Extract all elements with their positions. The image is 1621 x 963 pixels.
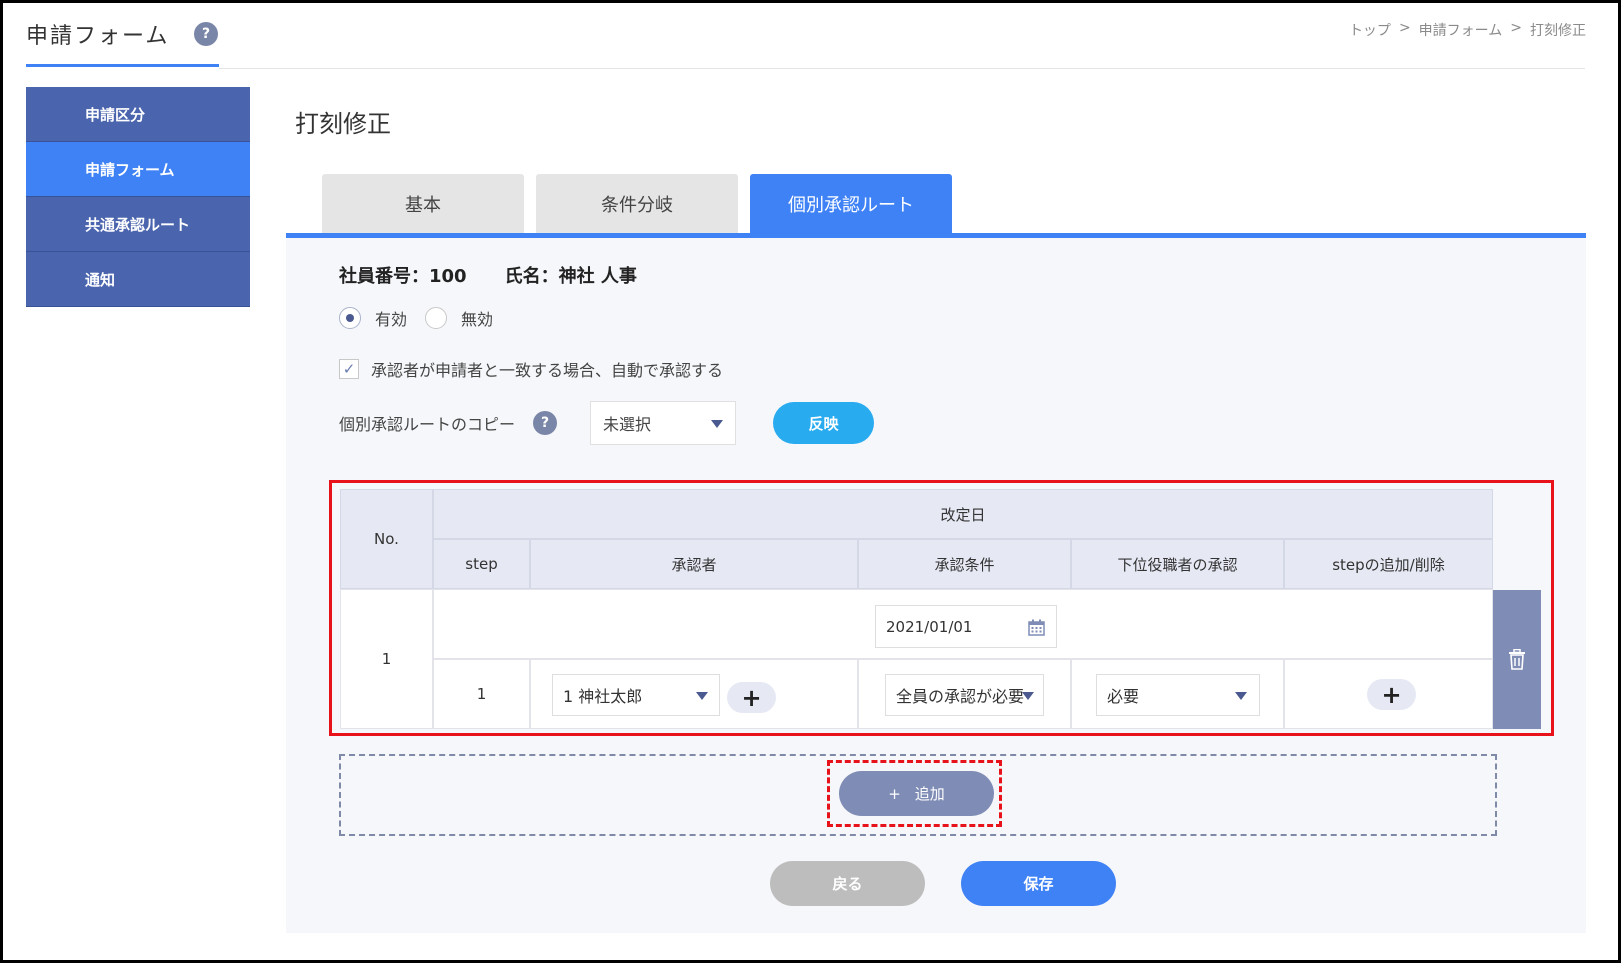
tab-condition-branch[interactable]: 条件分岐 [536, 174, 738, 233]
help-icon[interactable]: ? [194, 22, 218, 46]
reflect-button[interactable]: 反映 [773, 402, 874, 444]
breadcrumb-separator: > [1510, 20, 1522, 36]
sidebar-item-category[interactable]: 申請区分 [26, 87, 250, 142]
breadcrumb-separator: > [1398, 20, 1411, 36]
sidebar-item-notification[interactable]: 通知 [26, 252, 250, 307]
copy-row: 個別承認ルートのコピー ? [339, 401, 558, 445]
employee-info: 社員番号：100 氏名：神社 人事 [339, 262, 637, 288]
copy-select[interactable]: 未選択 [590, 401, 736, 445]
sidebar-item-common-route[interactable]: 共通承認ルート [26, 197, 250, 252]
tab-individual-route[interactable]: 個別承認ルート [750, 174, 952, 233]
radio-disabled-label: 無効 [461, 310, 494, 329]
sidebar: 申請区分 申請フォーム 共通承認ルート 通知 [26, 87, 250, 307]
tabs-underline [286, 233, 1586, 238]
back-button[interactable]: 戻る [770, 861, 925, 906]
auto-approve-row: ✓ 承認者が申請者と一致する場合、自動で承認する [339, 357, 723, 381]
breadcrumb-form[interactable]: 申請フォーム [1419, 20, 1503, 40]
status-radio-group: 有効 無効 [339, 306, 511, 330]
employee-number: 社員番号：100 [339, 266, 467, 287]
add-button-highlight [827, 760, 1002, 827]
tab-basic[interactable]: 基本 [322, 174, 524, 233]
copy-label: 個別承認ルートのコピー [339, 415, 516, 434]
auto-approve-label: 承認者が申請者と一致する場合、自動で承認する [371, 361, 724, 380]
employee-name: 氏名：神社 人事 [504, 266, 637, 287]
title-underline [26, 64, 219, 67]
radio-disabled[interactable] [425, 307, 448, 329]
breadcrumb-current: 打刻修正 [1530, 23, 1586, 39]
header-divider [219, 68, 1585, 69]
breadcrumb-top[interactable]: トップ [1349, 20, 1391, 40]
save-button[interactable]: 保存 [961, 861, 1116, 906]
chevron-down-icon [711, 420, 723, 428]
app-title: 申請フォーム [26, 24, 170, 49]
copy-select-value: 未選択 [603, 415, 652, 434]
help-icon[interactable]: ? [533, 411, 558, 435]
table-highlight [329, 480, 1554, 736]
page-title: 打刻修正 [295, 110, 391, 138]
radio-enabled[interactable] [339, 307, 361, 329]
sidebar-item-form[interactable]: 申請フォーム [26, 142, 250, 197]
breadcrumb: トップ > 申請フォーム > 打刻修正 [1349, 20, 1586, 40]
auto-approve-checkbox[interactable]: ✓ [339, 359, 359, 379]
radio-enabled-label: 有効 [375, 310, 408, 329]
